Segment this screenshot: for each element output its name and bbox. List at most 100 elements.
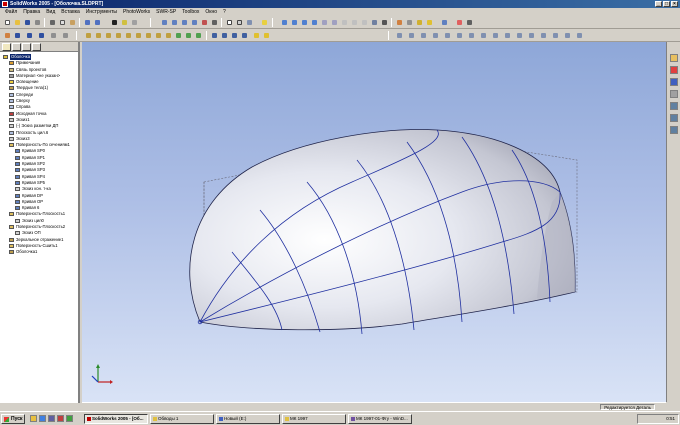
- copy-icon[interactable]: [58, 18, 66, 26]
- camera-icon[interactable]: [563, 31, 571, 39]
- rotate-icon[interactable]: [200, 18, 208, 26]
- photoworks-tab-icon[interactable]: [32, 43, 41, 51]
- linear-pattern-icon[interactable]: [210, 31, 218, 39]
- folder-icon[interactable]: [670, 54, 678, 62]
- paste-icon[interactable]: [68, 18, 76, 26]
- view-front-icon[interactable]: [395, 31, 403, 39]
- view-bottom-icon[interactable]: [455, 31, 463, 39]
- cut-icon[interactable]: [48, 18, 56, 26]
- zoom-to-fit-icon[interactable]: [280, 18, 288, 26]
- redo-icon[interactable]: [93, 18, 101, 26]
- mirror-tool-icon[interactable]: [194, 31, 202, 39]
- explorer-quicklaunch-icon[interactable]: [30, 415, 37, 422]
- light-icon[interactable]: [260, 18, 268, 26]
- zoom-in-out-icon[interactable]: [180, 18, 188, 26]
- view-dimetric-icon[interactable]: [491, 31, 499, 39]
- revolve-icon[interactable]: [94, 31, 102, 39]
- normal-to-icon[interactable]: [503, 31, 511, 39]
- custom-properties-icon[interactable]: [670, 126, 678, 134]
- hidden-lines-icon[interactable]: [235, 18, 243, 26]
- view-orientation-icon[interactable]: [320, 18, 328, 26]
- sketch-tool-icon[interactable]: [3, 31, 11, 39]
- save-icon[interactable]: [23, 18, 31, 26]
- spline-icon[interactable]: [37, 31, 45, 39]
- view-palette-icon[interactable]: [670, 102, 678, 110]
- two-view-icon[interactable]: [527, 31, 535, 39]
- render-icon[interactable]: [425, 18, 433, 26]
- open-icon[interactable]: [13, 18, 21, 26]
- photoworks-icon[interactable]: [415, 18, 423, 26]
- feature-manager-tab-icon[interactable]: [2, 43, 11, 51]
- section-icon[interactable]: [575, 31, 583, 39]
- hidden-removed-icon[interactable]: [360, 18, 368, 26]
- view-top-icon[interactable]: [443, 31, 451, 39]
- chamfer-icon[interactable]: [144, 31, 152, 39]
- wireframe-icon[interactable]: [225, 18, 233, 26]
- app2-quicklaunch-icon[interactable]: [66, 415, 73, 422]
- app-quicklaunch-icon[interactable]: [57, 415, 64, 422]
- edit-appearance-icon[interactable]: [455, 18, 463, 26]
- menu-toolbox[interactable]: Toolbox: [179, 9, 202, 15]
- menu-view[interactable]: Вид: [43, 9, 58, 15]
- cut-extrude-icon[interactable]: [124, 31, 132, 39]
- design-library-icon[interactable]: [670, 66, 678, 74]
- menu-swr-sp[interactable]: SWR-SP: [153, 9, 179, 15]
- view-isometric-icon[interactable]: [467, 31, 475, 39]
- pan-icon[interactable]: [210, 18, 218, 26]
- single-view-icon[interactable]: [515, 31, 523, 39]
- line-icon[interactable]: [13, 31, 21, 39]
- curves-icon[interactable]: [252, 31, 260, 39]
- sketch-icon[interactable]: [395, 18, 403, 26]
- print-icon[interactable]: [33, 18, 41, 26]
- graphics-viewport[interactable]: [82, 42, 666, 402]
- reference-plane-icon[interactable]: [230, 31, 238, 39]
- extrude-icon[interactable]: [84, 31, 92, 39]
- draft-icon[interactable]: [174, 31, 182, 39]
- perspective-icon[interactable]: [350, 18, 358, 26]
- shaded-edges-icon[interactable]: [370, 18, 378, 26]
- display-box-icon[interactable]: [340, 18, 348, 26]
- close-button[interactable]: ×: [671, 1, 678, 7]
- taskbar-item-mk-1997[interactable]: МК 1997: [282, 414, 346, 424]
- menu-photoworks[interactable]: PhotoWorks: [120, 9, 153, 15]
- search-icon[interactable]: [670, 90, 678, 98]
- options-icon[interactable]: [130, 18, 138, 26]
- zoom-fit-icon[interactable]: [160, 18, 168, 26]
- maximize-button[interactable]: □: [663, 1, 670, 7]
- zoom-selection-icon[interactable]: [190, 18, 198, 26]
- desktop-quicklaunch-icon[interactable]: [48, 415, 55, 422]
- shell-surface[interactable]: [189, 129, 576, 331]
- zoom-out-icon[interactable]: [300, 18, 308, 26]
- browser-quicklaunch-icon[interactable]: [39, 415, 46, 422]
- dimension-icon[interactable]: [49, 31, 57, 39]
- property-manager-tab-icon[interactable]: [12, 43, 21, 51]
- minimize-button[interactable]: _: [655, 1, 662, 7]
- view-left-icon[interactable]: [419, 31, 427, 39]
- tree-node[interactable]: Оболочка1: [0, 249, 78, 255]
- circular-pattern-icon[interactable]: [220, 31, 228, 39]
- menu-tools[interactable]: Инструменты: [83, 9, 120, 15]
- rib-icon[interactable]: [164, 31, 172, 39]
- shaded-icon[interactable]: [245, 18, 253, 26]
- undo-icon[interactable]: [83, 18, 91, 26]
- arc-icon[interactable]: [25, 31, 33, 39]
- toolbox-icon[interactable]: [465, 18, 473, 26]
- hole-icon[interactable]: [184, 31, 192, 39]
- shell-tool-icon[interactable]: [154, 31, 162, 39]
- zoom-area-icon[interactable]: [170, 18, 178, 26]
- menu-window[interactable]: Окно: [202, 9, 220, 15]
- taskbar-item-new-drive[interactable]: Новый (E:): [216, 414, 280, 424]
- loft-icon[interactable]: [114, 31, 122, 39]
- section-view-icon[interactable]: [330, 18, 338, 26]
- menu-help[interactable]: ?: [220, 9, 229, 15]
- reference-axis-icon[interactable]: [240, 31, 248, 39]
- zoom-in-icon[interactable]: [290, 18, 298, 26]
- help-icon[interactable]: [440, 18, 448, 26]
- shadow-icon[interactable]: [380, 18, 388, 26]
- taskbar-item-solidworks[interactable]: SolidWorks 2005 - [Об...: [84, 414, 148, 424]
- solidworks-app-icon[interactable]: [2, 1, 8, 7]
- smart-dimension-icon[interactable]: [405, 18, 413, 26]
- appearances-icon[interactable]: [670, 114, 678, 122]
- configuration-manager-tab-icon[interactable]: [22, 43, 31, 51]
- new-icon[interactable]: [3, 18, 11, 26]
